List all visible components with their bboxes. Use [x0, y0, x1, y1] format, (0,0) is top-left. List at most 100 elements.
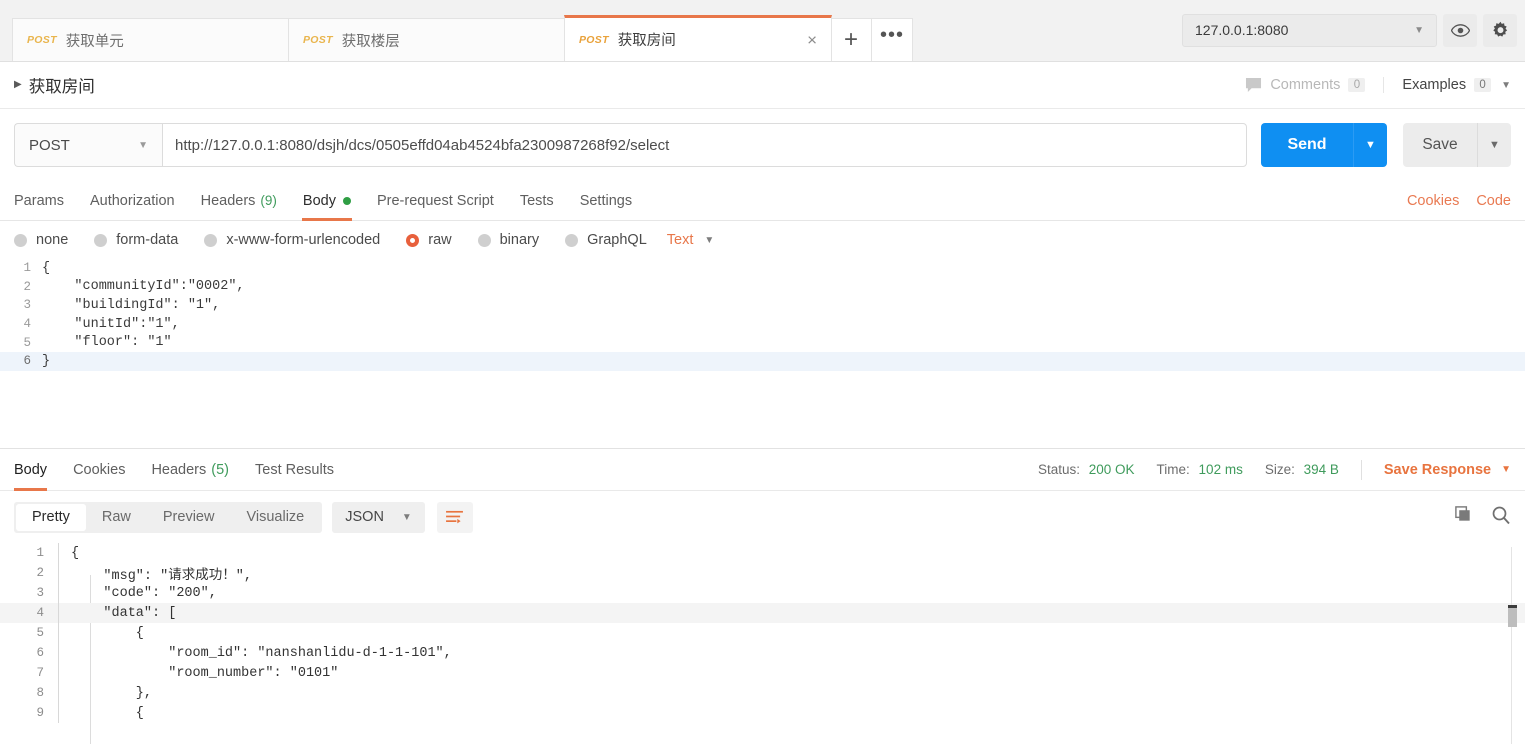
request-tab-3[interactable]: POST 获取房间 × — [564, 15, 832, 61]
scrollbar-thumb[interactable] — [1508, 605, 1517, 627]
tab-authorization[interactable]: Authorization — [77, 181, 188, 220]
settings-button[interactable] — [1483, 13, 1517, 47]
tab-label: Params — [14, 192, 64, 209]
http-method-selector[interactable]: POST ▼ — [14, 123, 162, 167]
line-number: 4 — [23, 317, 31, 332]
send-button[interactable]: Send — [1261, 123, 1353, 167]
time-stat: Time: 102 ms — [1157, 462, 1243, 477]
chevron-down-icon: ▼ — [1501, 79, 1511, 91]
tab-pre-request-script[interactable]: Pre-request Script — [364, 181, 507, 220]
expand-triangle-icon[interactable]: ▶ — [14, 80, 22, 90]
headers-count: (9) — [260, 193, 277, 208]
chevron-down-icon: ▼ — [401, 511, 412, 523]
request-tab-2[interactable]: POST 获取楼层 — [288, 18, 565, 61]
chevron-down-icon: ▼ — [704, 234, 715, 246]
close-icon[interactable]: × — [807, 31, 817, 48]
response-tab-headers[interactable]: Headers (5) — [151, 449, 229, 491]
tab-label: Body — [14, 461, 48, 478]
body-type-none[interactable]: none — [14, 232, 68, 248]
response-tab-cookies[interactable]: Cookies — [73, 449, 125, 491]
raw-format-selector[interactable]: Text ▼ — [667, 232, 715, 248]
request-body-editor[interactable]: 1 { 2 "communityId":"0002", 3 "buildingI… — [0, 259, 1525, 449]
response-scrollbar[interactable] — [1507, 543, 1517, 744]
body-type-graphql[interactable]: GraphQL — [565, 232, 647, 248]
search-button[interactable] — [1491, 505, 1511, 530]
line-text: "buildingId": "1", — [42, 297, 221, 313]
status-badge: Status: 200 OK — [1038, 462, 1135, 477]
body-type-x-www-form-urlencoded[interactable]: x-www-form-urlencoded — [204, 232, 380, 248]
copy-icon — [1455, 506, 1470, 521]
line-text: { — [71, 625, 144, 641]
url-bar: POST ▼ http://127.0.0.1:8080/dsjh/dcs/05… — [0, 109, 1525, 181]
tab-actions: + ••• — [830, 0, 913, 61]
environment-quick-look-button[interactable] — [1443, 13, 1477, 47]
response-line: 3 "code": "200", — [0, 583, 1525, 603]
tab-label: Authorization — [89, 192, 175, 209]
send-group: Send ▼ — [1261, 123, 1387, 167]
body-type-raw[interactable]: raw — [406, 232, 452, 248]
line-number: 5 — [23, 335, 31, 350]
copy-button[interactable] — [1454, 505, 1473, 529]
cookies-link[interactable]: Cookies — [1407, 193, 1459, 209]
examples-button[interactable]: Examples 0 ▼ — [1384, 77, 1511, 93]
line-number: 2 — [36, 566, 44, 580]
response-format-selector[interactable]: JSON ▼ — [332, 501, 425, 533]
line-text: "code": "200", — [71, 585, 217, 601]
body-type-options: none form-data x-www-form-urlencoded raw… — [0, 221, 1525, 259]
response-line-active: 4 "data": [ — [0, 603, 1525, 623]
tab-method-label: POST — [579, 33, 609, 46]
save-response-button[interactable]: Save Response ▼ — [1384, 462, 1511, 478]
code-link[interactable]: Code — [1476, 193, 1511, 209]
scrollbar-track — [1511, 547, 1512, 744]
tab-title: 获取楼层 — [341, 33, 400, 50]
examples-count-badge: 0 — [1474, 78, 1492, 92]
body-type-binary[interactable]: binary — [477, 232, 540, 248]
response-tab-body[interactable]: Body — [14, 449, 48, 491]
postman-window: POST 获取单元 POST 获取楼层 POST 获取房间 × + ••• 12… — [0, 0, 1525, 744]
line-number: 9 — [36, 706, 44, 720]
response-tab-test-results[interactable]: Test Results — [255, 449, 334, 491]
divider — [1360, 459, 1362, 480]
save-button[interactable]: Save — [1403, 123, 1477, 167]
raw-format-label: Text — [666, 232, 694, 248]
view-preview-button[interactable]: Preview — [147, 504, 231, 531]
response-body-viewer[interactable]: 1 { 2 "msg": "请求成功！", 3 "code": "200", 4… — [0, 543, 1525, 744]
response-line: 1 { — [0, 543, 1525, 563]
tab-settings[interactable]: Settings — [567, 181, 645, 220]
send-options-button[interactable]: ▼ — [1353, 123, 1387, 167]
url-text: http://127.0.0.1:8080/dsjh/dcs/0505effd0… — [175, 136, 670, 154]
tab-list: POST 获取单元 POST 获取楼层 POST 获取房间 × — [0, 0, 832, 61]
line-number: 6 — [23, 354, 31, 369]
tab-label: Pre-request Script — [376, 192, 494, 209]
tab-overflow-menu-button[interactable]: ••• — [871, 18, 913, 61]
environment-name: 127.0.0.1:8080 — [1195, 22, 1289, 38]
tab-params[interactable]: Params — [14, 181, 77, 220]
size-value: 394 B — [1303, 462, 1339, 477]
view-visualize-button[interactable]: Visualize — [230, 504, 320, 531]
response-line: 8 }, — [0, 683, 1525, 703]
option-label: GraphQL — [587, 232, 647, 248]
request-tab-1[interactable]: POST 获取单元 — [12, 18, 289, 61]
radio-icon — [204, 233, 218, 247]
new-tab-button[interactable]: + — [830, 18, 872, 61]
chevron-down-icon: ▼ — [138, 139, 148, 151]
word-wrap-button[interactable] — [436, 501, 473, 533]
chevron-down-icon: ▼ — [1501, 464, 1511, 475]
tab-body[interactable]: Body — [290, 181, 364, 221]
environment-selector[interactable]: 127.0.0.1:8080 ▼ — [1182, 13, 1437, 47]
code-line-active: 6 } — [0, 351, 1525, 371]
line-text: "communityId":"0002", — [42, 279, 245, 295]
option-label: binary — [499, 232, 540, 248]
code-line: 4 "unitId":"1", — [0, 315, 1525, 334]
view-pretty-button[interactable]: Pretty — [16, 503, 86, 531]
save-options-button[interactable]: ▼ — [1477, 123, 1511, 167]
tab-headers[interactable]: Headers (9) — [188, 181, 290, 220]
comments-button[interactable]: Comments 0 — [1245, 77, 1385, 93]
gear-icon — [1492, 21, 1507, 37]
view-raw-button[interactable]: Raw — [86, 504, 147, 531]
url-input[interactable]: http://127.0.0.1:8080/dsjh/dcs/0505effd0… — [162, 123, 1247, 167]
line-number: 3 — [36, 586, 44, 600]
tab-tests[interactable]: Tests — [507, 181, 567, 220]
body-type-form-data[interactable]: form-data — [94, 232, 178, 248]
code-line: 1 { — [0, 259, 1525, 278]
